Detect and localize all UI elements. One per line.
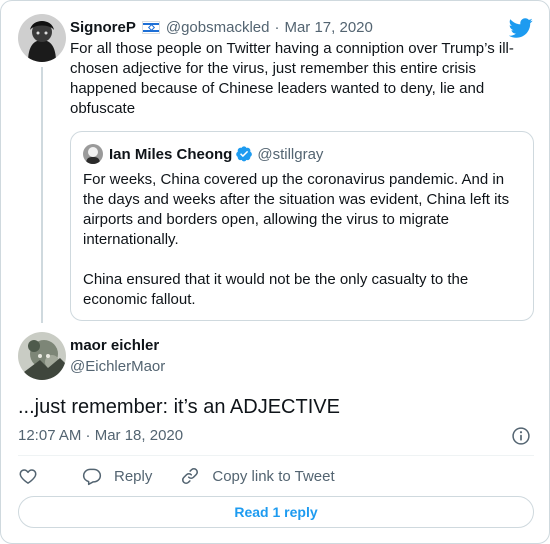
main-handle[interactable]: @EichlerMaor	[70, 358, 165, 375]
tweet-embed-card: SignoreP @gobsmackled · Mar 17, 2020 For…	[0, 0, 550, 544]
quoted-handle: @stillgray	[257, 145, 324, 163]
israel-flag-icon	[141, 20, 160, 34]
parent-avatar[interactable]	[18, 14, 66, 62]
parent-tweet-header: SignoreP @gobsmackled · Mar 17, 2020	[70, 17, 373, 37]
reply-bubble-icon	[82, 468, 102, 486]
main-timestamp[interactable]: 12:07 AM · Mar 18, 2020	[18, 427, 183, 444]
thread-connector-line	[41, 67, 43, 323]
quoted-paragraph-2: China ensured that it would not be the o…	[83, 271, 469, 308]
quoted-tweet[interactable]: Ian Miles Cheong @stillgray For weeks, C…	[70, 131, 534, 321]
actions-divider	[18, 455, 534, 456]
header-separator: ·	[274, 18, 280, 36]
quoted-paragraph-1: For weeks, China covered up the coronavi…	[83, 171, 510, 248]
quoted-avatar	[83, 144, 103, 164]
link-icon	[182, 468, 199, 484]
read-replies-button[interactable]: Read 1 reply	[18, 496, 534, 528]
parent-display-name[interactable]: SignoreP	[70, 19, 136, 36]
quoted-tweet-text: For weeks, China covered up the coronavi…	[83, 170, 523, 310]
quoted-tweet-header: Ian Miles Cheong @stillgray	[83, 144, 323, 164]
main-display-name[interactable]: maor eichler	[70, 337, 159, 354]
parent-handle[interactable]: @gobsmackled	[166, 19, 270, 36]
copy-link-button[interactable]: Copy link to Tweet	[180, 466, 335, 486]
parent-tweet-text: For all those people on Twitter having a…	[70, 40, 514, 117]
main-avatar[interactable]	[18, 332, 66, 380]
twitter-bird-icon[interactable]	[509, 16, 533, 40]
tweet-actions-bar: Reply Copy link to Tweet	[18, 465, 335, 487]
heart-icon	[19, 469, 37, 484]
like-button[interactable]	[18, 466, 50, 486]
reply-button[interactable]: Reply	[82, 466, 152, 486]
verified-badge-icon	[236, 146, 253, 162]
quoted-display-name: Ian Miles Cheong	[109, 145, 233, 163]
main-tweet-text: ...just remember: it’s an ADJECTIVE	[18, 396, 340, 418]
copy-link-label: Copy link to Tweet	[212, 467, 335, 485]
reply-label: Reply	[114, 467, 153, 485]
info-icon[interactable]	[511, 426, 531, 446]
parent-date[interactable]: Mar 17, 2020	[284, 19, 372, 36]
